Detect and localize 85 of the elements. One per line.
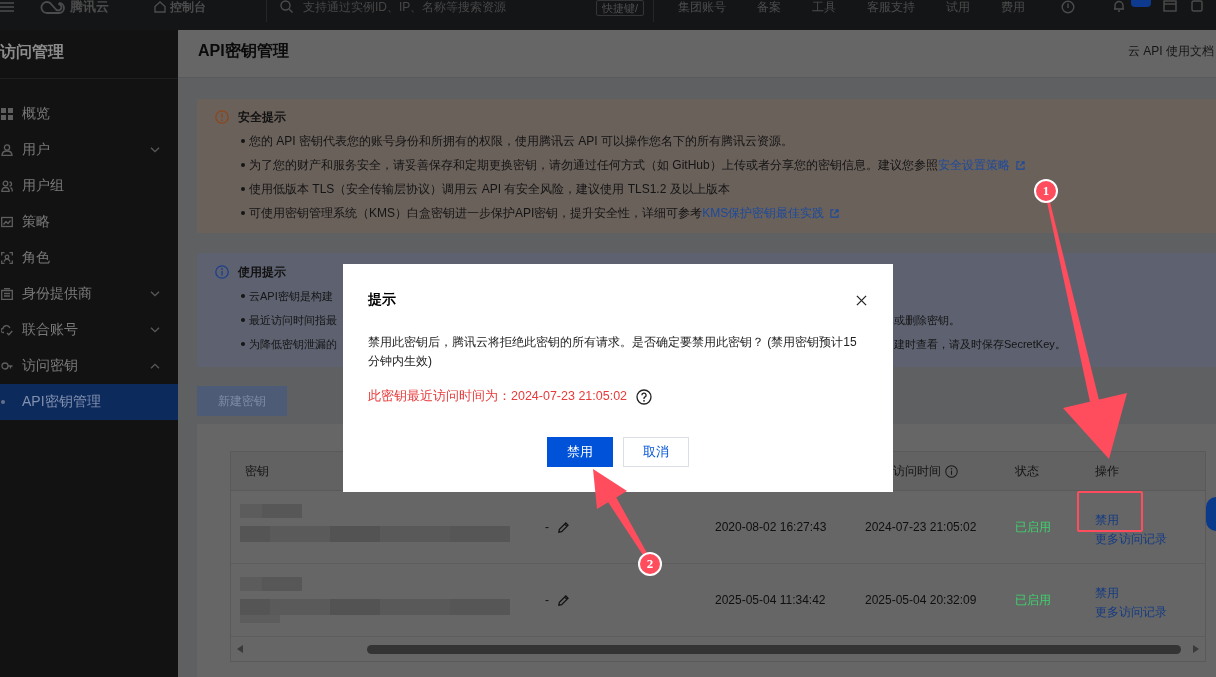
table-cell: 2025-05-04 11:34:42 [715, 593, 826, 607]
action-link[interactable]: 更多访问记录 [1095, 532, 1167, 546]
pencil-icon[interactable] [557, 520, 570, 534]
scrollbar-thumb[interactable] [367, 644, 1181, 654]
notice-text: 您的 API 密钥代表您的账号身份和所拥有的权限，使用腾讯云 API 可以操作您名下的所有腾讯云资源。 [249, 132, 794, 150]
left-triangle-icon[interactable] [237, 645, 243, 653]
notice-text: 为降低密钥泄漏的 [249, 336, 337, 352]
right-triangle-icon[interactable] [1193, 645, 1199, 653]
dialog-message: 禁用此密钥后，腾讯云将拒绝此密钥的所有请求。是否确定要禁用此密钥？ (禁用密钥预计15分钟内生效) [368, 334, 858, 370]
brand-name: 腾讯云 [70, 0, 109, 14]
bullet-icon [241, 139, 245, 143]
sidebar-item[interactable]: 访问密钥 [0, 348, 178, 384]
column-header: 状态 [1014, 462, 1040, 480]
grid-icon [1, 108, 13, 120]
external-link-icon [1015, 160, 1025, 170]
notice-text: 云API密钥是构建 [249, 288, 333, 304]
cloud-logo-icon[interactable] [40, 1, 66, 14]
action-link[interactable]: 更多访问记录 [1095, 605, 1167, 619]
column-header: 操作 [1094, 462, 1120, 480]
notice-text: 可使用密钥管理系统（KMS）白盒密钥进一步保护API密钥，提升安全性，详细可参考KMS保护密钥最佳实践 [249, 204, 840, 222]
remark-text: - [545, 520, 549, 534]
bullet-icon [241, 163, 245, 167]
person-icon [1, 144, 13, 156]
sidebar-item[interactable]: 角色 [0, 240, 178, 276]
action-link[interactable]: 禁用 [1095, 513, 1119, 527]
warning-text: 此密钥最近访问时间为：2024-07-23 21:05:02 [368, 388, 628, 405]
info-icon [215, 265, 229, 279]
bullet-icon [241, 211, 245, 215]
badge-icon [1131, 0, 1152, 7]
cloud-check-icon [1, 324, 13, 336]
floating-side-button[interactable] [1206, 497, 1216, 531]
help-link[interactable]: KMS保护密钥最佳实践 [702, 205, 840, 220]
cancel-button[interactable]: 取消 [622, 437, 689, 467]
sidebar-item[interactable]: 用户组 [0, 168, 178, 204]
sidebar-title: 访问管理 [0, 41, 64, 62]
ring-icon[interactable] [1061, 0, 1076, 14]
notice-text: 为了您的财产和服务安全，请妥善保存和定期更换密钥，请勿通过任何方式（如 GitHub）上传或者分享您的密钥信息。建议您参照安全设置策略 [249, 156, 1025, 174]
key-icon [1, 360, 13, 372]
bullet-icon [241, 342, 245, 346]
bullet-icon [1, 400, 5, 404]
confirm-button[interactable]: 禁用 [546, 437, 613, 467]
notice-title: 安全提示 [238, 108, 286, 126]
sidebar-item[interactable]: 概览 [0, 96, 178, 132]
page-title: API密钥管理 [198, 41, 289, 61]
table-cell: 2024-07-23 21:05:02 [865, 520, 977, 534]
table-cell: 2020-08-02 16:27:43 [715, 520, 827, 534]
home-icon [154, 1, 166, 13]
help-icon[interactable] [636, 388, 653, 405]
sidebar-item[interactable]: 身份提供商 [0, 276, 178, 312]
console-link[interactable]: 控制台 [154, 0, 206, 14]
status-text: 已启用 [1015, 518, 1051, 536]
sidebar-item[interactable]: 策略 [0, 204, 178, 240]
sidebar-item[interactable]: 用户 [0, 132, 178, 168]
help-link[interactable]: 安全设置策略 [937, 157, 1025, 172]
status-text: 已启用 [1015, 591, 1051, 609]
bullet-icon [241, 318, 245, 322]
notice-text: 或删除密钥。 [894, 312, 960, 328]
info-icon[interactable] [945, 464, 958, 478]
notice-text: 使用低版本 TLS（安全传输层协议）调用云 API 有安全风险，建议使用 TLS1.2 及以上版本 [249, 180, 730, 198]
table-cell: 2025-05-04 20:32:09 [865, 593, 977, 607]
window-icon[interactable] [1163, 0, 1178, 12]
id-card-icon [1, 288, 13, 300]
square-icon[interactable] [1191, 0, 1204, 12]
sidebar-subitem[interactable]: API密钥管理 [0, 384, 178, 420]
dialog-title: 提示 [368, 291, 396, 309]
action-link[interactable]: 禁用 [1095, 586, 1119, 600]
sidebar-item[interactable]: 联合账号 [0, 312, 178, 348]
bullet-icon [241, 187, 245, 191]
remark-text: - [545, 593, 549, 607]
column-header: 密钥 [244, 462, 270, 480]
search-icon [280, 0, 293, 13]
people-icon [1, 180, 13, 192]
notice-title: 使用提示 [238, 263, 286, 281]
bell-icon[interactable] [1113, 0, 1126, 12]
bullet-icon [241, 294, 245, 298]
external-link-icon [830, 208, 840, 218]
close-icon[interactable] [856, 294, 867, 306]
warning-icon [215, 110, 229, 124]
menu-icon[interactable] [0, 2, 14, 12]
notice-text: 最近访问时间指最 [249, 312, 337, 328]
notice-text: 建时查看，请及时保存SecretKey。 [894, 336, 1066, 352]
documentation-link[interactable]: 云 API 使用文档 [1128, 43, 1214, 60]
person-frame-icon [1, 252, 13, 264]
pencil-icon[interactable] [557, 593, 570, 607]
chart-icon [1, 216, 13, 228]
